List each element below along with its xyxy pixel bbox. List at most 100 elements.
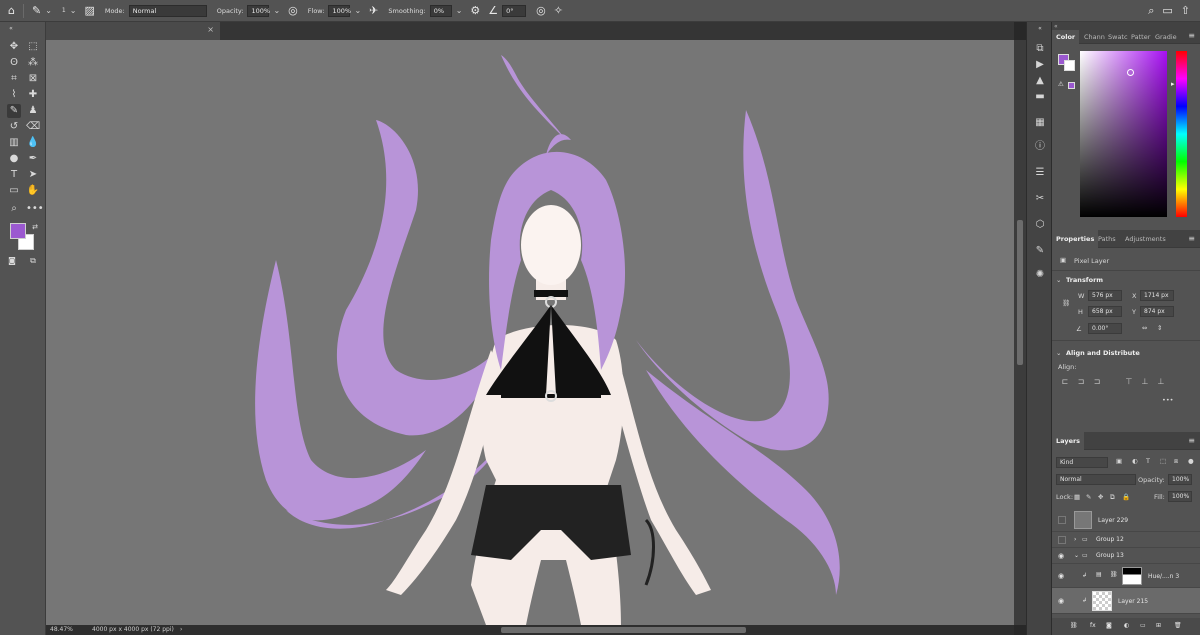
tab-layers[interactable]: Layers [1052, 432, 1085, 450]
chevron-down-icon[interactable]: ⌄ [45, 6, 52, 15]
layer-opacity-field[interactable]: 100% [1168, 474, 1192, 485]
angle-field[interactable]: 0° [502, 4, 527, 17]
align-right-icon[interactable]: ⊐ [1092, 377, 1102, 387]
foreground-color-swatch[interactable] [10, 223, 26, 239]
lock-position-icon[interactable]: ✥ [1098, 493, 1103, 501]
layer-row[interactable]: ◉ ⌄ ▭ Group 13 [1052, 548, 1200, 564]
lasso-tool-icon[interactable]: ʘ [7, 56, 21, 70]
play-icon[interactable]: ▶ [1033, 58, 1047, 72]
zoom-level[interactable]: 48.47% [50, 625, 73, 635]
pen-tool-icon[interactable]: ✒ [26, 152, 40, 166]
chevron-down-icon[interactable]: ⌄ [1074, 552, 1079, 559]
menu-icon[interactable]: ≡ [1188, 234, 1195, 243]
quick-mask-icon[interactable]: ◙ [5, 254, 19, 268]
hand-tool-icon[interactable]: ✋ [26, 184, 40, 198]
delete-layer-icon[interactable]: 🗑 [1174, 622, 1182, 629]
color-field[interactable] [1080, 51, 1167, 217]
lock-all-icon[interactable]: 🔒 [1122, 493, 1130, 501]
search-icon[interactable]: ⌕ [1148, 4, 1154, 18]
add-mask-icon[interactable]: ◙ [1106, 622, 1112, 629]
layer-row[interactable]: ◉ ↲ ▤ ⛓ Hue/....n 3 [1052, 564, 1200, 588]
zoom-tool-icon[interactable]: ⌕ [7, 202, 21, 216]
height-field[interactable]: 658 px [1088, 306, 1122, 317]
tools-icon[interactable]: ✂ [1033, 192, 1047, 206]
brush-settings-icon[interactable]: ▨ [84, 4, 94, 17]
layer-mask-thumbnail[interactable] [1122, 567, 1142, 585]
tab-channels[interactable]: Chann [1084, 30, 1105, 44]
opacity-field[interactable]: 100% [247, 4, 270, 17]
link-layers-icon[interactable]: ⛓ [1070, 622, 1078, 629]
angle-field[interactable]: 0.00° [1088, 323, 1122, 334]
more-tools-icon[interactable]: ••• [26, 202, 44, 216]
kind-filter[interactable]: Kind [1056, 457, 1108, 468]
dodge-tool-icon[interactable]: ● [7, 152, 21, 166]
hue-slider[interactable] [1176, 51, 1187, 217]
layer-name[interactable]: Layer 229 [1098, 517, 1128, 524]
x-field[interactable]: 1714 px [1140, 290, 1174, 301]
visibility-toggle[interactable] [1058, 536, 1066, 544]
filter-adjust-icon[interactable]: ◐ [1132, 457, 1138, 465]
width-field[interactable]: 576 px [1088, 290, 1122, 301]
tab-patterns[interactable]: Patter [1131, 30, 1150, 44]
collapse-icon[interactable]: « [4, 22, 18, 36]
crop-tool-icon[interactable]: ⌗ [7, 72, 21, 86]
tab-properties[interactable]: Properties [1052, 230, 1099, 248]
frame-tool-icon[interactable]: ⊠ [26, 72, 40, 86]
lock-image-icon[interactable]: ✎ [1086, 493, 1091, 501]
chevron-down-icon[interactable]: ⌄ [273, 6, 280, 15]
flip-horizontal-icon[interactable]: ⇔ [1142, 324, 1147, 332]
workspace-icon[interactable]: ▭ [1162, 4, 1172, 17]
healing-brush-tool-icon[interactable]: ✚ [26, 88, 40, 102]
align-bottom-icon[interactable]: ⊥ [1156, 377, 1166, 387]
layer-name[interactable]: Hue/....n 3 [1148, 573, 1179, 580]
gradient-tool-icon[interactable]: ▥ [7, 136, 21, 150]
new-layer-icon[interactable]: ⊞ [1156, 622, 1161, 629]
chevron-right-icon[interactable]: › [1074, 536, 1076, 543]
layer-name[interactable]: Group 13 [1096, 552, 1124, 559]
screen-mode-icon[interactable]: ⧉ [26, 254, 40, 268]
magic-wand-tool-icon[interactable]: ⁂ [26, 56, 40, 70]
y-field[interactable]: 874 px [1140, 306, 1174, 317]
layer-row[interactable]: Layer 229 [1052, 508, 1200, 532]
eye-icon[interactable]: ◉ [1058, 597, 1064, 605]
pressure-opacity-icon[interactable]: ◎ [288, 4, 298, 17]
pressure-size-icon[interactable]: ◎ [536, 4, 546, 17]
filter-type-icon[interactable]: T [1146, 457, 1150, 465]
collapse-icon[interactable]: « [1033, 22, 1047, 36]
path-selection-tool-icon[interactable]: ➤ [26, 168, 40, 182]
brush-tool-preset-icon[interactable]: ✎ [32, 4, 41, 17]
chevron-down-icon[interactable]: ⌄ [354, 6, 361, 15]
info-icon[interactable]: ⓘ [1033, 140, 1047, 154]
visibility-toggle[interactable] [1058, 516, 1066, 524]
horizontal-scroll-thumb[interactable] [501, 627, 746, 633]
blur-tool-icon[interactable]: 💧 [26, 136, 40, 150]
marquee-tool-icon[interactable]: ⬚ [26, 40, 40, 54]
align-middle-icon[interactable]: ⊥ [1140, 377, 1150, 387]
eye-icon[interactable]: ◉ [1058, 552, 1064, 560]
menu-icon[interactable]: ≡ [1188, 31, 1195, 40]
layer-row[interactable]: › ▭ Group 12 [1052, 532, 1200, 548]
blend-mode-select[interactable]: Normal [1056, 474, 1136, 485]
history-brush-tool-icon[interactable]: ↺ [7, 120, 21, 134]
brush-tool-icon[interactable]: ✎ [7, 104, 21, 118]
fx-icon[interactable]: fx [1090, 622, 1096, 629]
vertical-scrollbar[interactable] [1014, 40, 1026, 625]
link-icon[interactable]: ⛓ [1062, 299, 1070, 307]
brush-size[interactable]: 1 [62, 7, 66, 14]
tab-swatches[interactable]: Swatc [1108, 30, 1128, 44]
canvas[interactable] [46, 40, 1014, 625]
tab-paths[interactable]: Paths [1098, 230, 1116, 248]
more-options[interactable]: ••• [1162, 396, 1174, 404]
type-tool-icon[interactable]: T [7, 168, 21, 182]
flow-field[interactable]: 100% [328, 4, 351, 17]
home-icon[interactable]: ⌂ [8, 4, 15, 17]
layer-name[interactable]: Layer 215 [1118, 598, 1148, 605]
share-icon[interactable]: ⇧ [1181, 4, 1190, 17]
glyph-icon[interactable]: ▲ [1033, 74, 1047, 88]
chevron-right-icon[interactable]: › [180, 625, 182, 635]
eyedropper-tool-icon[interactable]: ⌇ [7, 88, 21, 102]
document-tab[interactable]: × [46, 22, 220, 40]
eraser-tool-icon[interactable]: ⌫ [26, 120, 40, 134]
airbrush-icon[interactable]: ✈ [369, 4, 378, 17]
background-color-swatch[interactable] [1064, 60, 1075, 71]
